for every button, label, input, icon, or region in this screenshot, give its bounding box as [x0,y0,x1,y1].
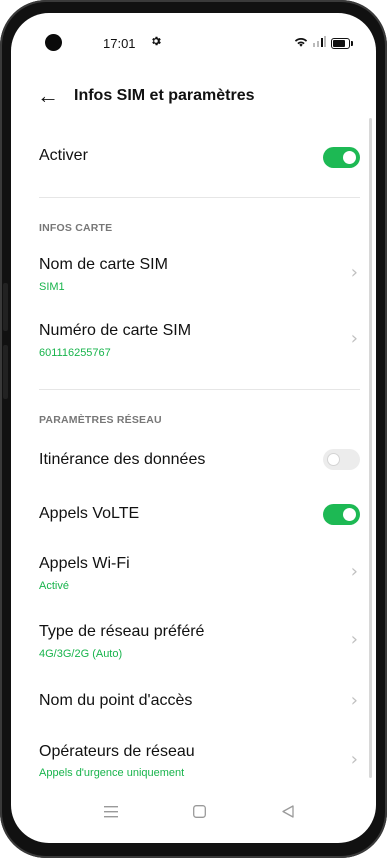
row-value: Appels d'urgence uniquement [39,767,185,779]
row-label: Nom du point d'accès [39,692,193,709]
row-sim-name[interactable]: Nom de carte SIM SIM1 › [11,253,376,299]
row-preferred-network[interactable]: Type de réseau préféré 4G/3G/2G (Auto) › [11,620,376,666]
toggle-knob [343,151,356,164]
front-camera [45,34,62,51]
row-label: Opérateurs de réseau [39,743,195,760]
row-label: Appels Wi-Fi [39,555,130,572]
status-time: 17:01 [103,36,136,51]
row-label: Activer [39,147,88,164]
row-wifi-calls[interactable]: Appels Wi-Fi Activé › [11,552,376,598]
roaming-toggle[interactable] [323,449,360,470]
row-label: Numéro de carte SIM [39,322,192,339]
row-label: Itinérance des données [39,451,206,468]
toggle-knob [343,508,356,521]
chevron-right-icon: › [350,561,358,582]
back-arrow-icon[interactable]: ← [37,83,59,109]
row-label: Appels VoLTE [39,505,140,522]
row-value: 601116255767 [39,347,111,359]
wifi-icon [294,34,308,52]
chevron-right-icon: › [350,690,358,711]
row-value: 4G/3G/2G (Auto) [39,648,123,660]
side-button-volume [3,283,8,331]
section-title-network: PARAMÈTRES RÉSEAU [39,414,162,426]
row-label: Nom de carte SIM [39,256,168,273]
status-icons [294,34,353,52]
status-bar: 17:01 [11,13,376,73]
back-triangle-icon[interactable] [282,803,294,822]
header: ← Infos SIM et paramètres [11,79,376,119]
row-roaming[interactable]: Itinérance des données [11,447,376,477]
row-volte[interactable]: Appels VoLTE [11,501,376,531]
battery-icon [331,37,353,49]
screen: 17:01 ← Infos SIM et paramètres Activer [11,13,376,843]
row-value: Activé [39,580,69,592]
chevron-right-icon: › [350,328,358,349]
divider [39,389,360,390]
gear-icon [150,35,162,50]
menu-icon[interactable] [104,803,118,822]
row-activate[interactable]: Activer [11,143,376,173]
row-apn[interactable]: Nom du point d'accès › [11,687,376,717]
home-icon[interactable] [193,803,206,822]
row-label: Type de réseau préféré [39,623,205,640]
activate-toggle[interactable] [323,147,360,168]
volte-toggle[interactable] [323,504,360,525]
row-operators[interactable]: Opérateurs de réseau Appels d'urgence un… [11,741,376,787]
divider [39,197,360,198]
chevron-right-icon: › [350,749,358,770]
side-button-power [3,345,8,399]
chevron-right-icon: › [350,262,358,283]
row-value: SIM1 [39,281,65,293]
phone-frame: 17:01 ← Infos SIM et paramètres Activer [0,0,387,858]
page-title: Infos SIM et paramètres [74,87,255,104]
signal-icon [313,34,326,52]
navigation-bar [11,791,376,843]
toggle-knob [327,453,340,466]
section-title-card-info: INFOS CARTE [39,222,113,234]
chevron-right-icon: › [350,629,358,650]
row-sim-number[interactable]: Numéro de carte SIM 601116255767 › [11,319,376,365]
